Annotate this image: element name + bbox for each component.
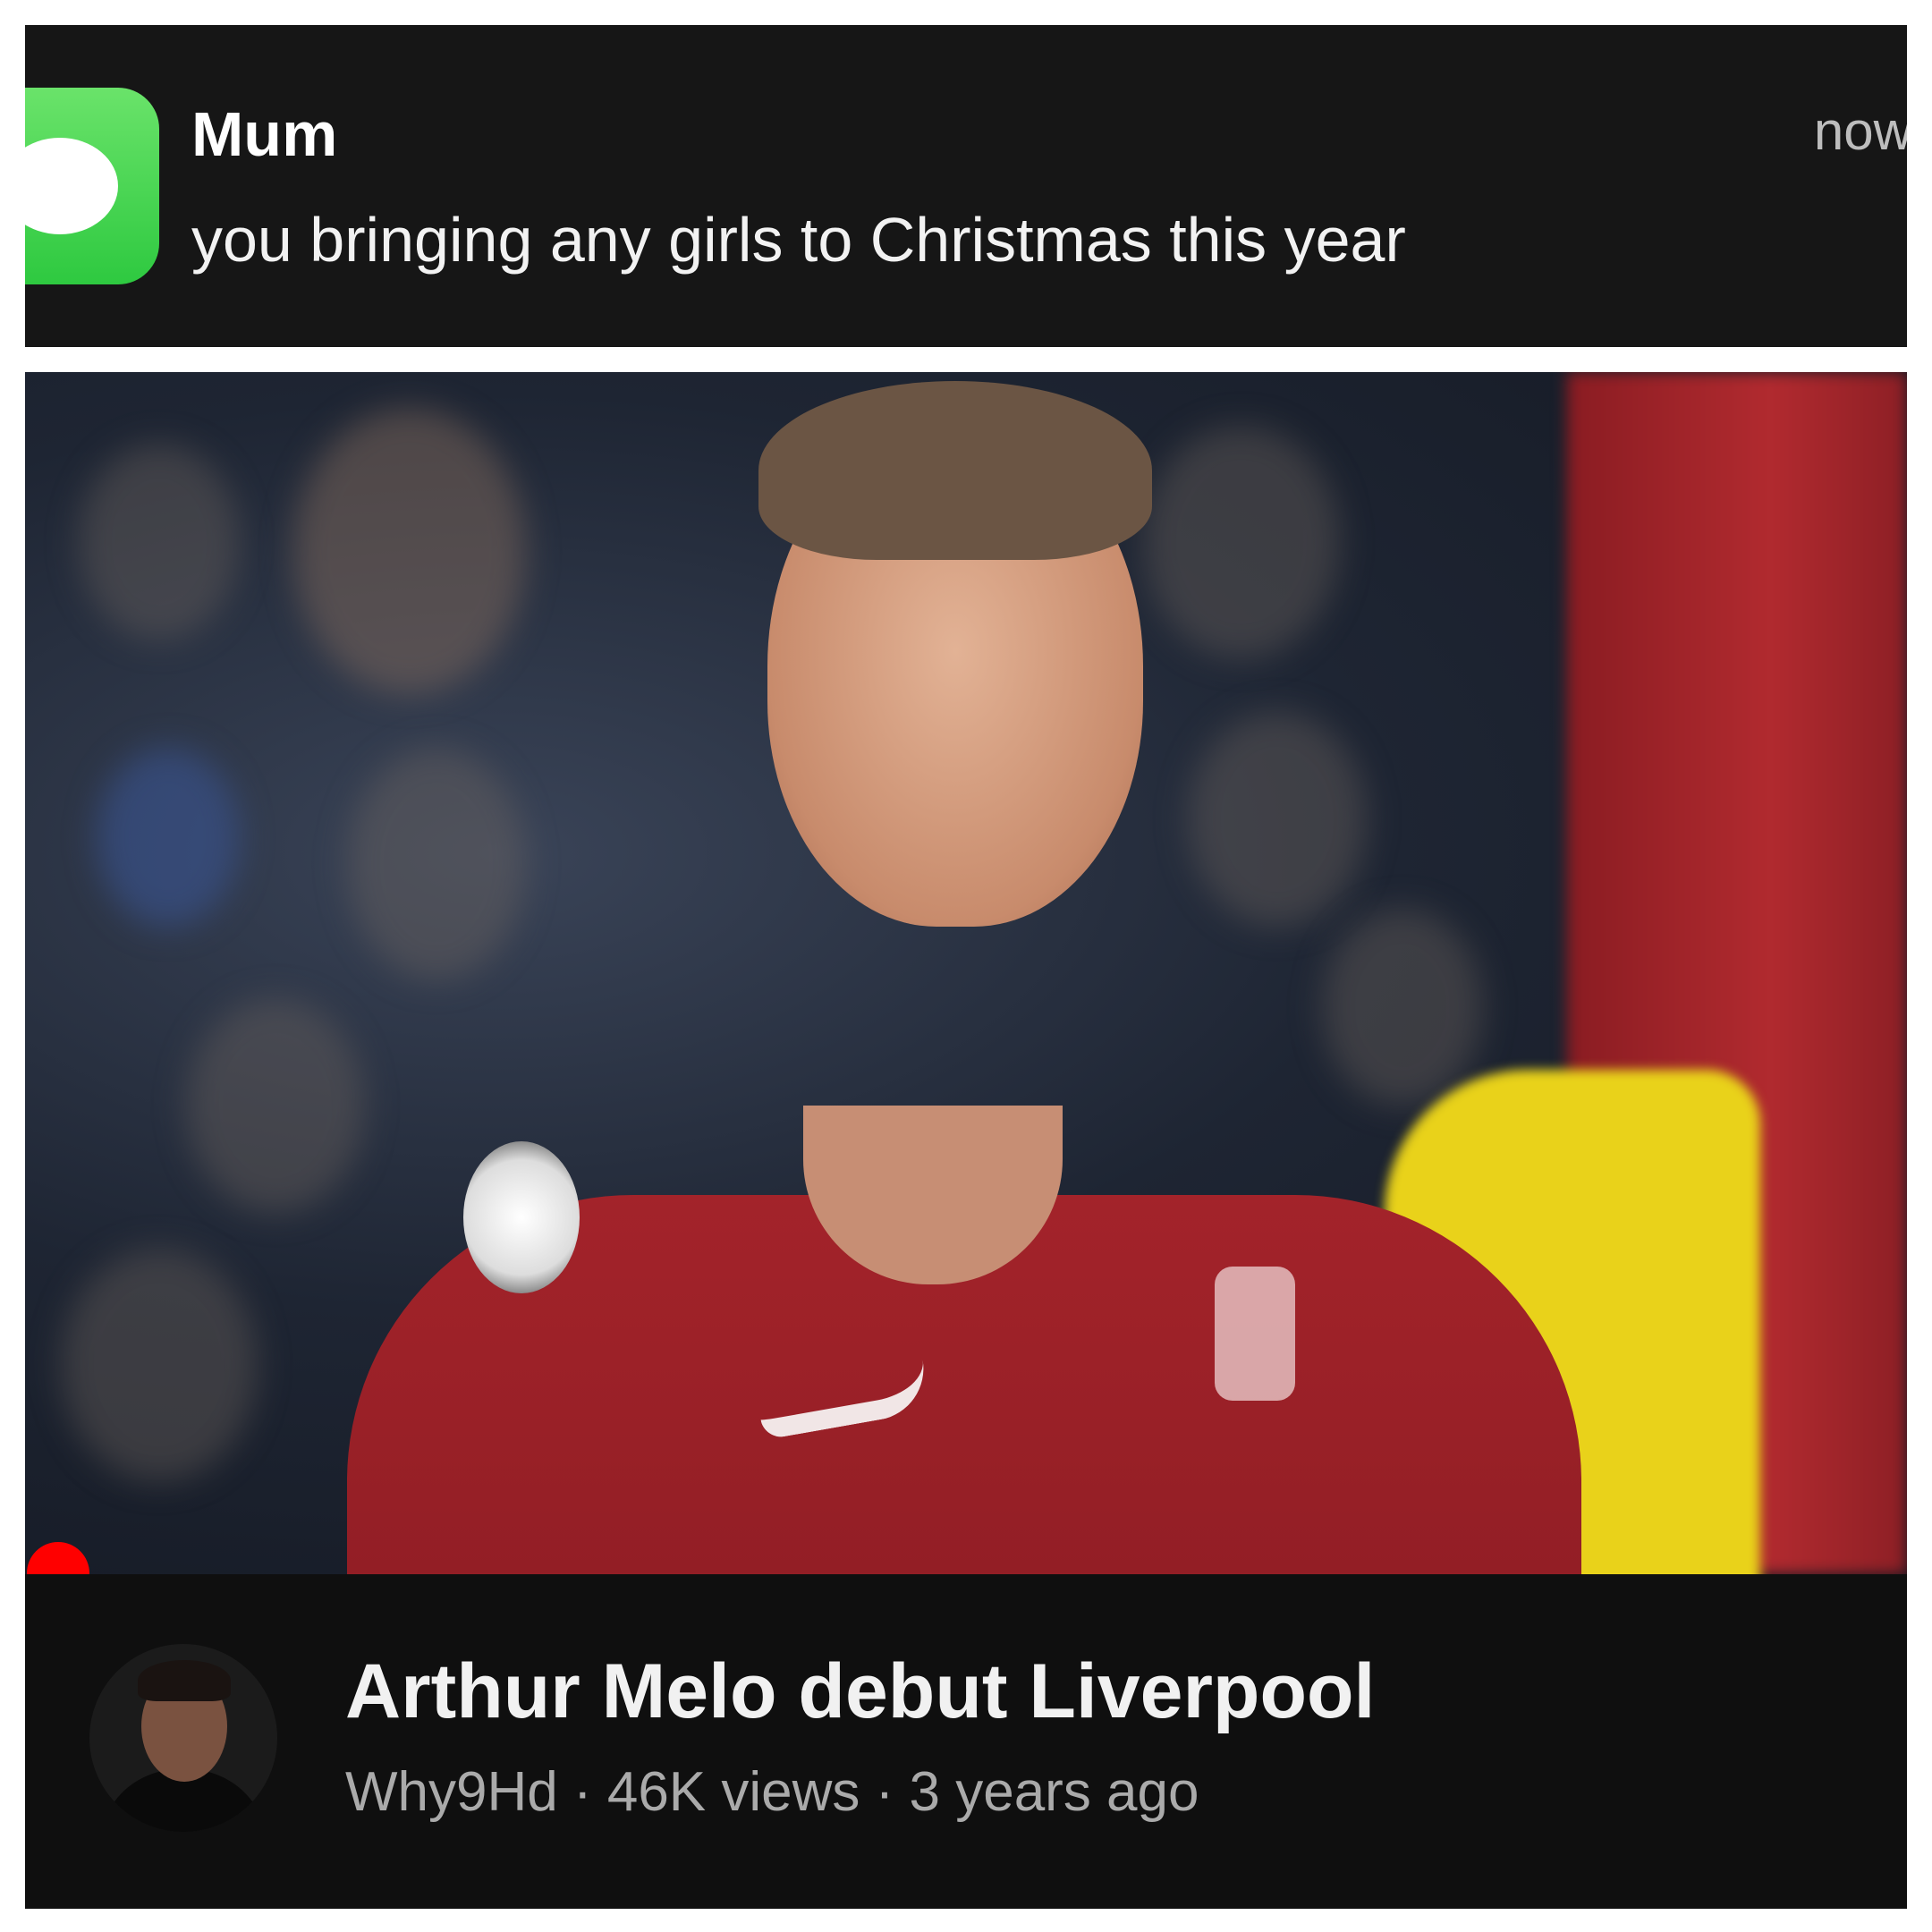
speech-bubble-icon <box>25 138 118 234</box>
notification-sender: Mum <box>191 99 338 169</box>
club-crest-icon <box>1215 1267 1295 1401</box>
notification-message: you bringing any girls to Christmas this… <box>191 205 1406 275</box>
messages-app-icon <box>25 88 159 284</box>
video-thumbnail[interactable] <box>25 372 1907 1574</box>
video-info-bar[interactable]: Arthur Melo debut Liverpool Why9Hd · 46K… <box>25 1574 1907 1909</box>
notification-time: now <box>1813 101 1907 161</box>
message-notification[interactable]: Mum you bringing any girls to Christmas … <box>25 25 1907 347</box>
video-title[interactable]: Arthur Melo debut Liverpool <box>345 1648 1375 1736</box>
player-hair <box>758 381 1152 560</box>
champions-league-badge-icon <box>463 1141 580 1293</box>
video-meta: Why9Hd · 46K views · 3 years ago <box>345 1761 1199 1823</box>
channel-avatar[interactable] <box>89 1644 277 1832</box>
